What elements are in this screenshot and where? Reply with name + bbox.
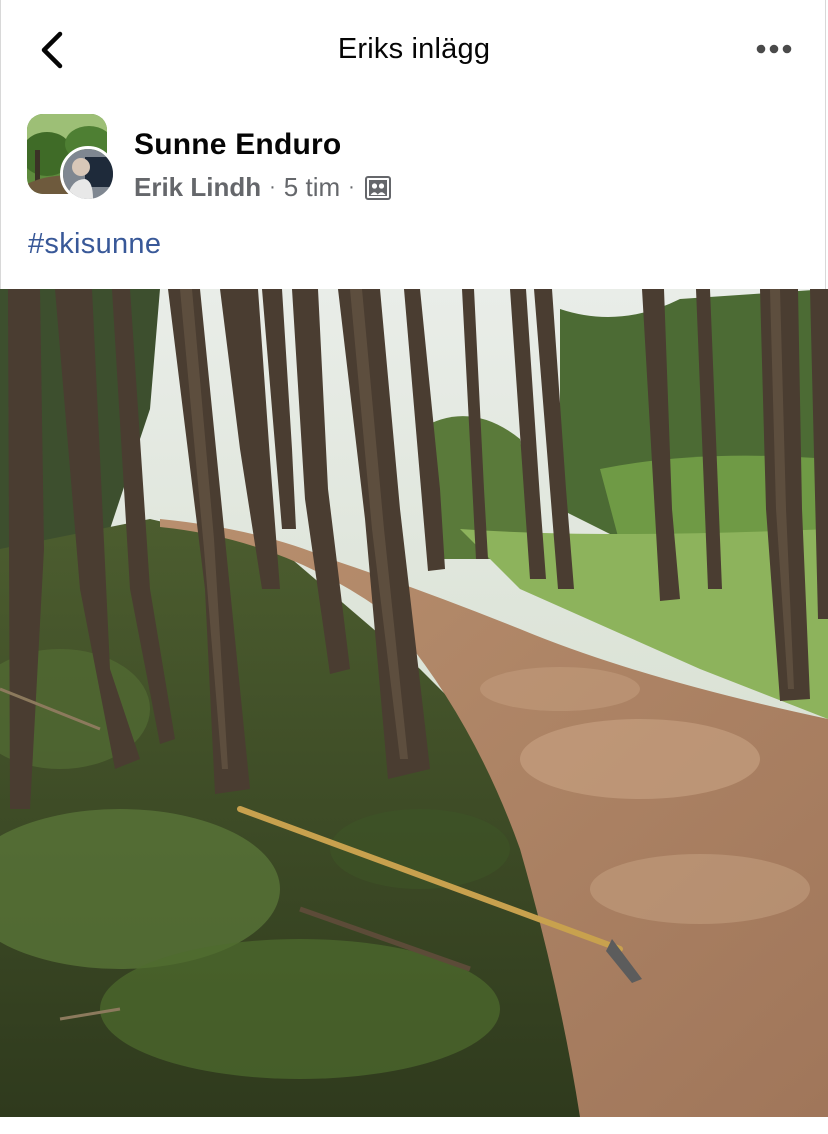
author-name-link[interactable]: Erik Lindh: [134, 172, 261, 203]
ellipsis-icon: [756, 44, 792, 54]
page-title: Eriks inlägg: [337, 33, 491, 65]
author-avatar[interactable]: [60, 146, 116, 202]
post-photo[interactable]: [0, 289, 828, 1117]
meta-separator: ·: [269, 176, 276, 198]
meta-separator: ·: [348, 176, 355, 198]
post-header: Sunne Enduro Erik Lindh · 5 tim ·: [0, 104, 828, 214]
post-timestamp[interactable]: 5 tim: [284, 172, 340, 203]
bottom-divider: [0, 1117, 828, 1134]
top-navigation-bar: Eriks inlägg: [0, 0, 828, 104]
more-options-button[interactable]: [752, 36, 796, 62]
group-members-icon: [364, 175, 391, 200]
hashtag-link[interactable]: #skisunne: [28, 228, 161, 261]
post-meta: Erik Lindh · 5 tim ·: [134, 172, 391, 203]
group-name-link[interactable]: Sunne Enduro: [134, 128, 341, 162]
